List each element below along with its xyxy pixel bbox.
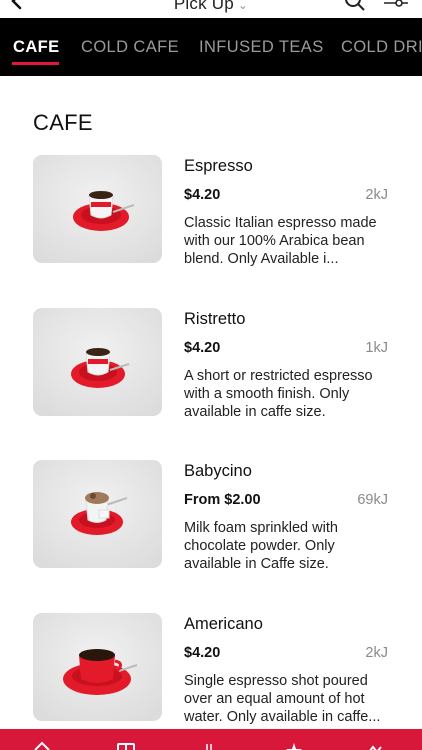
item-energy: 69kJ bbox=[357, 492, 388, 508]
search-icon[interactable] bbox=[344, 0, 366, 12]
more-icon[interactable] bbox=[366, 740, 386, 750]
item-energy: 2kJ bbox=[365, 645, 388, 661]
favorites-icon[interactable] bbox=[284, 740, 304, 750]
espresso-image bbox=[33, 155, 162, 263]
menu-item[interactable]: Babycino From $2.00 69kJ Milk foam sprin… bbox=[0, 460, 422, 612]
filter-icon[interactable] bbox=[382, 0, 410, 10]
category-tab-bar: CAFE COLD CAFE INFUSED TEAS COLD DRI bbox=[0, 18, 422, 76]
babycino-image bbox=[33, 460, 162, 568]
pickup-label: Pick Up bbox=[173, 0, 234, 13]
item-energy: 2kJ bbox=[365, 187, 388, 203]
item-description: Single espresso shot poured over an equa… bbox=[184, 673, 381, 725]
tab-cold-drinks[interactable]: COLD DRI bbox=[341, 38, 422, 57]
top-header: Pick Up ⌄ bbox=[0, 0, 422, 18]
section-title: CAFE bbox=[33, 110, 93, 135]
item-description: A short or restricted espresso with a sm… bbox=[184, 368, 373, 420]
item-price: $4.20 bbox=[184, 645, 221, 661]
menu-icon[interactable] bbox=[116, 740, 136, 750]
item-description: Milk foam sprinkled with chocolate powde… bbox=[184, 520, 338, 572]
tab-cafe[interactable]: CAFE bbox=[13, 38, 60, 57]
menu-item[interactable]: Ristretto $4.20 1kJ A short or restricte… bbox=[0, 308, 422, 460]
americano-image bbox=[33, 613, 162, 721]
tab-infused-teas[interactable]: INFUSED TEAS bbox=[199, 38, 324, 57]
menu-item[interactable]: Espresso $4.20 2kJ Classic Italian espre… bbox=[0, 155, 422, 307]
item-price: $4.20 bbox=[184, 340, 221, 356]
order-icon[interactable] bbox=[200, 740, 220, 750]
item-name: Babycino bbox=[184, 462, 252, 480]
item-name: Americano bbox=[184, 615, 263, 633]
bottom-navigation bbox=[0, 729, 422, 750]
home-icon[interactable] bbox=[32, 740, 52, 750]
item-price: $4.20 bbox=[184, 187, 221, 203]
active-tab-indicator bbox=[12, 62, 59, 65]
item-name: Ristretto bbox=[184, 310, 246, 328]
ristretto-image bbox=[33, 308, 162, 416]
item-price: From $2.00 bbox=[184, 492, 261, 508]
item-energy: 1kJ bbox=[365, 340, 388, 356]
item-description: Classic Italian espresso made with our 1… bbox=[184, 215, 377, 267]
tab-cold-cafe[interactable]: COLD CAFE bbox=[81, 38, 179, 57]
item-name: Espresso bbox=[184, 157, 253, 175]
chevron-down-icon: ⌄ bbox=[237, 0, 249, 12]
